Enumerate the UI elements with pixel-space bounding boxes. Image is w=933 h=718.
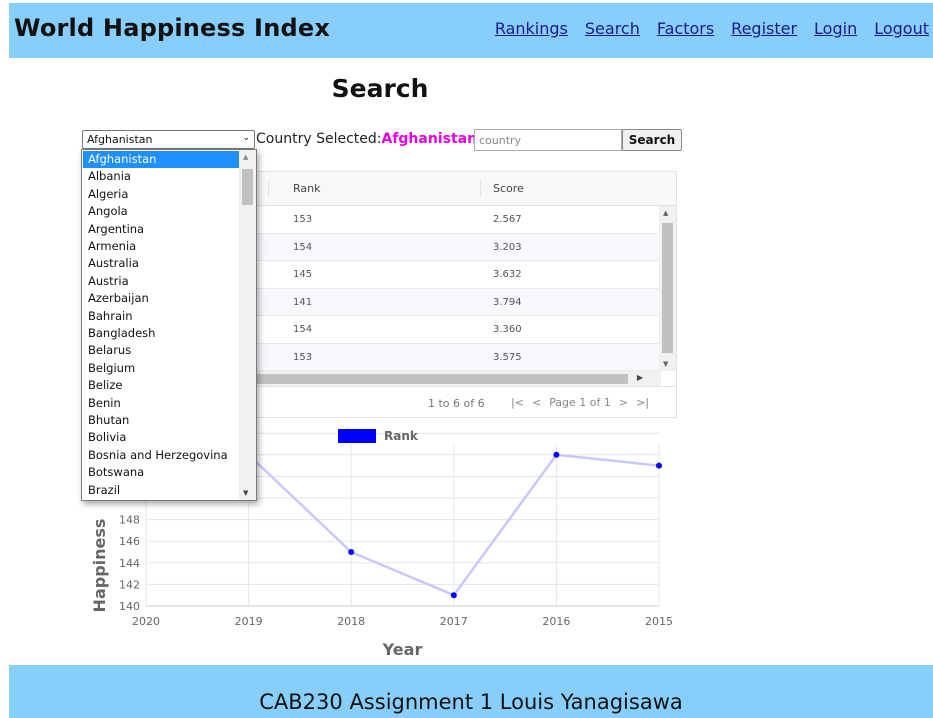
country-selected-value: Afghanistan — [381, 131, 478, 147]
x-tick-label: 2017 — [440, 615, 468, 628]
legend-label: Rank — [384, 429, 419, 443]
scroll-right-icon[interactable]: ▶ — [637, 373, 643, 382]
scroll-up-icon[interactable]: ▲ — [243, 153, 248, 161]
y-axis-title: Happiness — [90, 519, 109, 613]
legend-swatch — [338, 429, 376, 443]
dropdown-option[interactable]: Azerbaijan — [83, 290, 240, 307]
nav-login-link[interactable]: Login — [814, 19, 857, 38]
scrollbar-thumb[interactable] — [662, 223, 673, 353]
dropdown-option[interactable]: Belarus — [83, 342, 240, 359]
search-controls: Afghanistan ⌄ Country Selected:Afghanist… — [82, 129, 682, 151]
search-input[interactable] — [474, 129, 622, 151]
rank-cell: 141 — [293, 296, 313, 308]
page-title: Search — [331, 74, 429, 103]
nav-search-link[interactable]: Search — [585, 19, 640, 38]
dropdown-option[interactable]: Algeria — [83, 186, 240, 203]
dropdown-option[interactable]: Argentina — [83, 221, 240, 238]
grid-vertical-scrollbar[interactable]: ▲ ▼ — [659, 206, 676, 371]
nav-rankings-link[interactable]: Rankings — [495, 19, 568, 38]
dropdown-option[interactable]: Armenia — [83, 238, 240, 255]
dropdown-option[interactable]: Bhutan — [83, 412, 240, 429]
score-cell: 2.567 — [493, 214, 522, 225]
rank-cell: 154 — [293, 324, 313, 335]
dropdown-option[interactable]: Bosnia and Herzegovina — [83, 447, 240, 464]
country-select-value: Afghanistan — [87, 133, 153, 146]
pager-controls: |< < Page 1 of 1 > >| — [511, 396, 649, 409]
next-page-icon[interactable]: > — [619, 396, 628, 409]
y-tick-label: 140 — [119, 600, 140, 613]
footer-bar: CAB230 Assignment 1 Louis Yanagisawa — [9, 665, 933, 718]
country-dropdown-list[interactable]: Afghanistan Albania Algeria Angola Argentina… — [81, 149, 257, 501]
country-selected-prefix: Country Selected: — [256, 131, 382, 147]
nav-factors-link[interactable]: Factors — [657, 19, 714, 38]
dropdown-option[interactable]: Brazil — [83, 482, 240, 499]
dropdown-option[interactable]: Benin — [83, 395, 240, 412]
x-tick-label: 2015 — [645, 615, 673, 628]
chevron-down-icon: ⌄ — [242, 133, 250, 143]
main-nav: Rankings Search Factors Register Login L… — [478, 19, 929, 38]
rank-cell: 154 — [293, 241, 313, 253]
dropdown-option[interactable]: Albania — [83, 168, 240, 185]
dropdown-option[interactable]: Australia — [83, 255, 240, 272]
score-cell: 3.575 — [493, 351, 522, 363]
dropdown-option[interactable]: Bolivia — [83, 429, 240, 446]
dropdown-option[interactable]: Bahrain — [83, 308, 240, 325]
rank-cell: 153 — [293, 214, 313, 225]
header-bar: World Happiness Index Rankings Search Fa… — [9, 3, 933, 58]
search-button[interactable]: Search — [622, 129, 682, 151]
country-selected-label: Country Selected:Afghanistan — [256, 131, 477, 147]
score-cell: 3.794 — [493, 296, 522, 308]
page-indicator: Page 1 of 1 — [549, 396, 611, 409]
rank-cell: 153 — [293, 351, 313, 363]
dropdown-scrollbar[interactable]: ▲ ▼ — [239, 150, 256, 500]
brand-title: World Happiness Index — [14, 14, 331, 42]
dropdown-option[interactable]: Afghanistan — [83, 151, 240, 168]
y-tick-label: 144 — [119, 557, 140, 570]
country-select[interactable]: Afghanistan ⌄ — [82, 130, 255, 149]
score-cell: 3.360 — [493, 324, 522, 335]
dropdown-option[interactable]: Austria — [83, 273, 240, 290]
y-tick-label: 146 — [119, 535, 140, 548]
footer-credit: CAB230 Assignment 1 Louis Yanagisawa — [259, 690, 683, 714]
nav-register-link[interactable]: Register — [731, 19, 797, 38]
scroll-down-icon[interactable]: ▼ — [243, 489, 248, 497]
scroll-down-icon[interactable]: ▼ — [663, 360, 668, 368]
row-count-summary: 1 to 6 of 6 — [428, 397, 485, 410]
last-page-icon[interactable]: >| — [636, 396, 649, 409]
x-tick-label: 2018 — [337, 615, 365, 628]
column-separator — [268, 181, 269, 197]
nav-logout-link[interactable]: Logout — [874, 19, 929, 38]
y-tick-label: 148 — [119, 514, 140, 527]
scrollbar-thumb[interactable] — [242, 169, 253, 205]
score-cell: 3.632 — [493, 269, 522, 280]
x-tick-label: 2016 — [542, 615, 570, 628]
dropdown-option[interactable]: Belgium — [83, 360, 240, 377]
dropdown-option[interactable]: Botswana — [83, 464, 240, 481]
data-point[interactable] — [450, 592, 457, 599]
dropdown-option[interactable]: Bangladesh — [83, 325, 240, 342]
column-separator — [480, 181, 481, 197]
column-header-score[interactable]: Score — [493, 182, 524, 195]
first-page-icon[interactable]: |< — [511, 396, 524, 409]
x-axis-title: Year — [382, 640, 423, 659]
y-tick-label: 142 — [119, 578, 140, 591]
rank-cell: 145 — [293, 269, 313, 280]
score-cell: 3.203 — [493, 241, 522, 253]
scroll-up-icon[interactable]: ▲ — [663, 209, 668, 217]
dropdown-option[interactable]: Angola — [83, 203, 240, 220]
column-header-rank[interactable]: Rank — [293, 182, 320, 195]
dropdown-option[interactable]: Belize — [83, 377, 240, 394]
data-point[interactable] — [656, 462, 662, 469]
data-point[interactable] — [553, 451, 560, 458]
data-point[interactable] — [348, 549, 355, 555]
x-tick-label: 2020 — [132, 615, 160, 628]
x-tick-label: 2019 — [235, 615, 263, 628]
prev-page-icon[interactable]: < — [532, 396, 541, 409]
